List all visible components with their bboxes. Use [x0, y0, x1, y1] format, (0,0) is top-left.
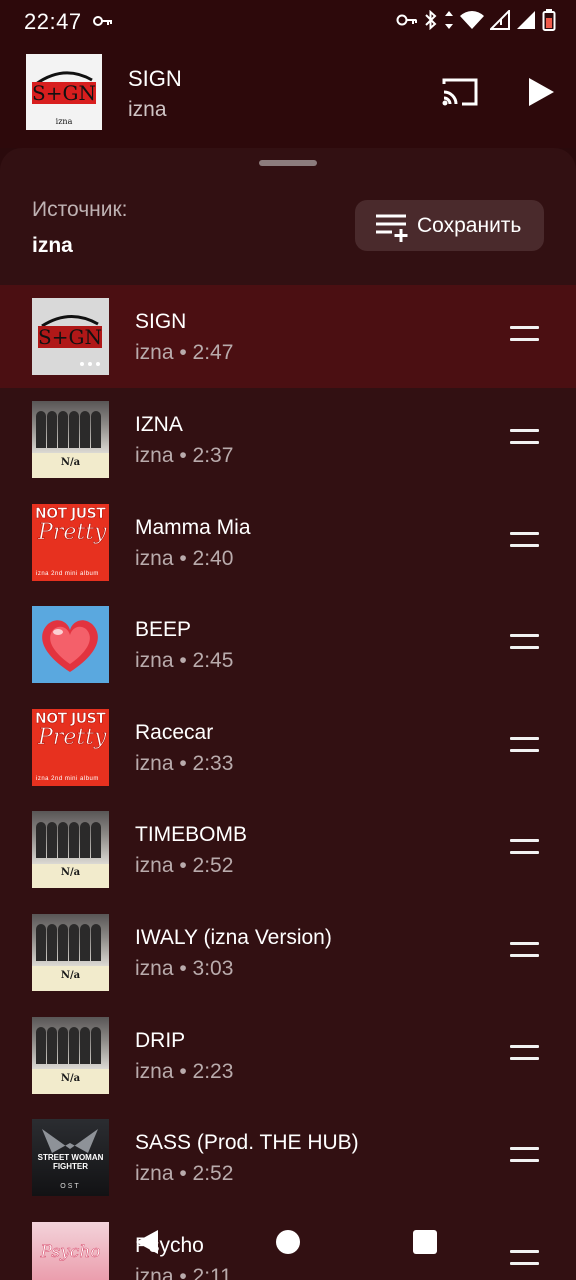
mini-art-subtext: izna: [56, 117, 73, 126]
drag-handle-icon[interactable]: [510, 836, 540, 856]
cast-icon[interactable]: [440, 74, 480, 110]
play-icon[interactable]: [520, 72, 560, 112]
queue-row[interactable]: N/a TIMEBOMB izna • 2:52: [0, 798, 576, 901]
art-logo-text: N/a: [60, 1072, 81, 1084]
track-artwork: STREET WOMAN FIGHTER OST: [32, 1119, 109, 1197]
track-subtitle: izna • 2:47: [135, 341, 234, 364]
track-subtitle: izna • 3:03: [135, 956, 234, 980]
track-artwork: N/a: [32, 811, 109, 889]
signal-icon: [488, 8, 510, 35]
status-icons: [396, 8, 556, 36]
drag-handle-icon[interactable]: [510, 323, 540, 343]
track-subtitle: izna • 2:45: [135, 649, 234, 673]
save-queue-button[interactable]: Сохранить: [355, 200, 544, 251]
track-title: SASS (Prod. THE HUB): [135, 1131, 359, 1155]
art-text-line3: izna 2nd mini album: [36, 570, 99, 577]
art-logo-text: N/a: [60, 969, 81, 981]
track-title: Racecar: [135, 720, 214, 744]
track-artwork: N/a: [32, 401, 109, 478]
track-title: DRIP: [135, 1028, 186, 1052]
status-time: 22:47: [24, 9, 82, 34]
queue-row[interactable]: N/a IWALY (izna Version) izna • 3:03: [0, 901, 576, 1004]
drag-handle-icon[interactable]: [510, 529, 540, 549]
queue-row[interactable]: NOT JUST Pretty izna 2nd mini album Mamma M…: [0, 491, 576, 594]
track-subtitle: izna • 2:33: [135, 751, 234, 775]
queue-list: S+GN SIGN izna • 2:47 N/a IZNA izna • 2:37 NOT…: [0, 285, 576, 1280]
art-logo-text: N/a: [60, 457, 81, 468]
art-photo: [32, 401, 109, 454]
track-artwork: NOT JUST Pretty izna 2nd mini album: [32, 708, 109, 786]
track-artwork: S+GN: [32, 298, 109, 375]
track-artwork: NOT JUST Pretty izna 2nd mini album: [32, 503, 109, 581]
track-artwork: N/a: [32, 1016, 109, 1094]
source-value: izna: [32, 234, 73, 257]
art-ost-text: OST: [60, 1183, 81, 1191]
bluetooth-icon: [424, 9, 438, 35]
queue-row[interactable]: N/a DRIP izna • 2:23: [0, 1004, 576, 1107]
queue-row[interactable]: N/a IZNA izna • 2:37: [0, 388, 576, 491]
home-icon[interactable]: [276, 1230, 300, 1254]
drag-handle-icon[interactable]: [510, 426, 540, 446]
track-subtitle: izna • 2:40: [135, 546, 234, 570]
mini-player-artwork: S+GN izna: [26, 54, 102, 130]
source-label: Источник:: [32, 198, 128, 221]
track-title: IWALY (izna Version): [135, 925, 332, 949]
key-icon: [396, 13, 418, 32]
sheet-drag-handle[interactable]: [259, 160, 317, 166]
data-arrows-icon: [444, 10, 454, 35]
mini-art-text: S+GN: [32, 81, 96, 105]
track-title: IZNA: [135, 413, 183, 436]
art-text-line2: Pretty: [38, 519, 107, 545]
art-photo: [32, 1016, 109, 1069]
track-title: TIMEBOMB: [135, 823, 248, 847]
track-title: SIGN: [135, 310, 187, 333]
mini-player[interactable]: S+GN izna SIGN izna: [0, 44, 576, 148]
queue-sheet: Источник: izna Сохранить S+GN SIGN izna • …: [0, 148, 576, 1280]
art-text: S+GN: [38, 325, 102, 349]
drag-handle-icon[interactable]: [510, 1042, 540, 1062]
drag-handle-icon[interactable]: [510, 939, 540, 959]
recents-icon[interactable]: [413, 1230, 437, 1254]
mini-player-artist: izna: [128, 98, 167, 121]
track-title: Mamma Mia: [135, 515, 251, 539]
vpn-key-icon: [93, 14, 113, 32]
drag-handle-icon[interactable]: [510, 734, 540, 754]
signal-icon: [516, 10, 536, 35]
track-subtitle: izna • 2:23: [135, 1059, 234, 1083]
battery-icon: [542, 8, 556, 36]
art-logo-text: N/a: [60, 867, 81, 879]
save-button-label: Сохранить: [417, 214, 522, 237]
queue-row[interactable]: S+GN SIGN izna • 2:47: [0, 285, 576, 388]
drag-handle-icon[interactable]: [510, 631, 540, 651]
queue-row[interactable]: BEEP izna • 2:45: [0, 593, 576, 696]
track-artwork: [32, 606, 109, 684]
art-text-line2: Pretty: [38, 724, 107, 750]
art-text: STREET WOMAN FIGHTER: [37, 1153, 104, 1172]
mini-player-title: SIGN: [128, 66, 182, 91]
art-photo: [32, 913, 109, 967]
queue-row[interactable]: STREET WOMAN FIGHTER OST SASS (Prod. THE H…: [0, 1106, 576, 1209]
track-subtitle: izna • 2:52: [135, 854, 234, 878]
art-text-line3: izna 2nd mini album: [36, 775, 99, 782]
track-title: BEEP: [135, 618, 192, 642]
status-bar: 22:47: [0, 0, 576, 44]
queue-row[interactable]: NOT JUST Pretty izna 2nd mini album Racecar…: [0, 696, 576, 799]
wifi-icon: [460, 10, 484, 34]
navigation-bar: [0, 1208, 576, 1280]
track-subtitle: izna • 2:52: [135, 1162, 234, 1186]
drag-handle-icon[interactable]: [510, 1144, 540, 1164]
track-subtitle: izna • 2:37: [135, 444, 234, 467]
track-artwork: N/a: [32, 913, 109, 991]
back-icon[interactable]: [134, 1228, 160, 1261]
art-photo: [32, 811, 109, 864]
playlist-add-icon: [375, 213, 409, 248]
